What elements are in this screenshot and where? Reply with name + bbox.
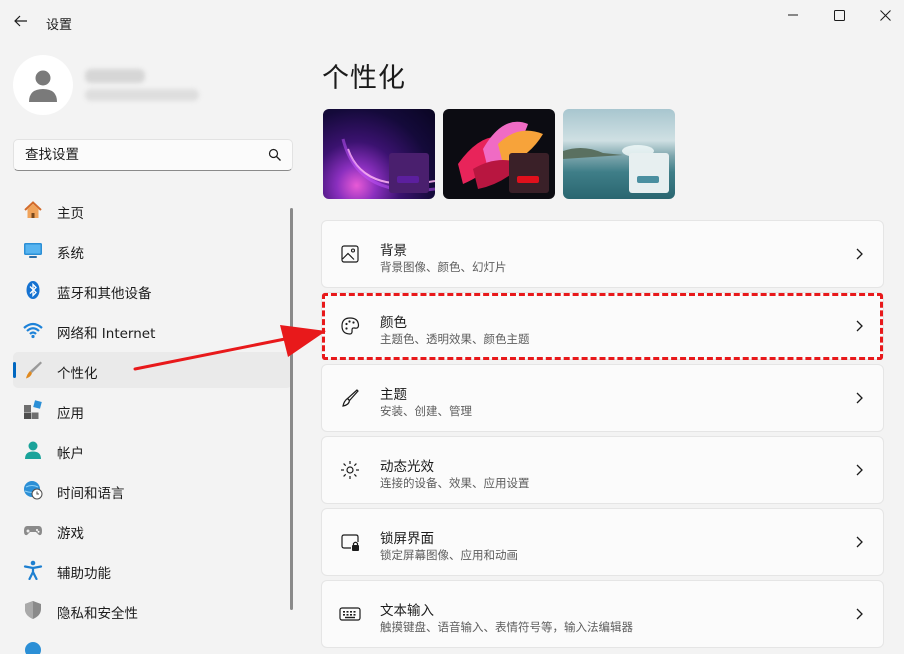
card-title: 动态光效	[380, 459, 434, 475]
update-icon	[23, 640, 43, 654]
sidebar-item-update[interactable]	[13, 632, 292, 654]
sidebar-item-label: 系统	[57, 246, 84, 262]
maximize-button[interactable]	[816, 4, 862, 26]
card-subtitle: 背景图像、颜色、幻灯片	[380, 260, 507, 274]
lock-screen-icon	[339, 531, 361, 553]
minimize-button[interactable]	[770, 4, 816, 26]
globe-clock-icon	[23, 480, 43, 500]
card-title: 主题	[380, 387, 407, 403]
monitor-icon	[23, 240, 43, 260]
card-title: 文本输入	[380, 603, 434, 619]
card-subtitle: 主题色、透明效果、颜色主题	[380, 332, 530, 346]
card-lock-screen[interactable]: 锁屏界面 锁定屏幕图像、应用和动画	[321, 508, 884, 576]
theme-mini-window	[389, 153, 429, 193]
card-subtitle: 触摸键盘、语音输入、表情符号等，输入法编辑器	[380, 620, 633, 634]
title-bar: 设置	[0, 0, 904, 40]
search-box[interactable]	[13, 139, 293, 171]
sidebar-item-personalization[interactable]: 个性化	[13, 352, 292, 388]
home-icon	[23, 200, 43, 220]
card-background[interactable]: 背景 背景图像、颜色、幻灯片	[321, 220, 884, 288]
sidebar-item-accessibility[interactable]: 辅助功能	[13, 552, 292, 588]
theme-preview-glow[interactable]	[323, 109, 435, 199]
theme-mini-window	[629, 153, 669, 193]
apps-icon	[23, 400, 43, 420]
card-subtitle: 连接的设备、效果、应用设置	[380, 476, 530, 490]
sidebar-item-bluetooth[interactable]: 蓝牙和其他设备	[13, 272, 292, 308]
palette-icon	[339, 315, 361, 337]
person-icon	[23, 440, 43, 460]
sidebar-item-label: 个性化	[57, 366, 98, 382]
card-dynamic-lighting[interactable]: 动态光效 连接的设备、效果、应用设置	[321, 436, 884, 504]
user-profile[interactable]	[13, 55, 293, 117]
sidebar-item-label: 时间和语言	[57, 486, 125, 502]
accessibility-icon	[23, 560, 43, 580]
shield-icon	[23, 600, 43, 620]
chevron-right-icon	[856, 464, 863, 476]
sidebar-item-home[interactable]: 主页	[13, 192, 292, 228]
sidebar-item-label: 应用	[57, 406, 84, 422]
sidebar-item-network[interactable]: 网络和 Internet	[13, 312, 292, 348]
sidebar-item-label: 游戏	[57, 526, 84, 542]
card-title: 背景	[380, 243, 407, 259]
sidebar-item-label: 帐户	[57, 446, 84, 462]
sidebar-item-label: 辅助功能	[57, 566, 111, 582]
theme-mini-window	[509, 153, 549, 193]
wifi-icon	[23, 320, 43, 340]
theme-preview-sunrise[interactable]	[563, 109, 675, 199]
card-text-input[interactable]: 文本输入 触摸键盘、语音输入、表情符号等，输入法编辑器	[321, 580, 884, 648]
close-icon	[879, 9, 891, 21]
search-icon	[268, 148, 281, 161]
window-title: 设置	[46, 18, 73, 33]
chevron-right-icon	[856, 248, 863, 260]
card-subtitle: 锁定屏幕图像、应用和动画	[380, 548, 518, 562]
user-email-redacted	[85, 89, 199, 101]
arrow-left-icon	[14, 15, 27, 27]
minimize-icon	[788, 14, 798, 16]
sidebar-item-label: 主页	[57, 206, 84, 222]
back-button[interactable]	[10, 10, 32, 32]
card-title: 颜色	[380, 315, 407, 331]
chevron-right-icon	[856, 536, 863, 548]
chevron-right-icon	[856, 392, 863, 404]
page-title: 个性化	[322, 63, 406, 94]
sidebar-item-privacy[interactable]: 隐私和安全性	[13, 592, 292, 628]
sidebar-item-label: 蓝牙和其他设备	[57, 286, 152, 302]
maximize-icon	[833, 9, 845, 21]
card-subtitle: 安装、创建、管理	[380, 404, 472, 418]
user-name-redacted	[85, 69, 145, 83]
picture-icon	[339, 243, 361, 265]
avatar[interactable]	[13, 55, 73, 115]
sidebar-scrollbar[interactable]	[290, 208, 293, 610]
bluetooth-icon	[23, 280, 43, 300]
card-title: 锁屏界面	[380, 531, 434, 547]
chevron-right-icon	[856, 320, 863, 332]
paintbrush-icon	[23, 360, 43, 380]
sidebar-nav: 主页 系统 蓝牙和其他设备 网络和 Internet 个性化 应用 帐户 时间和…	[13, 192, 292, 654]
lighting-icon	[339, 459, 361, 481]
close-button[interactable]	[862, 4, 904, 26]
settings-card-list: 背景 背景图像、颜色、幻灯片 颜色 主题色、透明效果、颜色主题 主题 安装、创建…	[321, 220, 884, 652]
sidebar-item-label: 网络和 Internet	[57, 326, 156, 342]
sidebar-item-apps[interactable]: 应用	[13, 392, 292, 428]
chevron-right-icon	[856, 608, 863, 620]
sidebar-item-accounts[interactable]: 帐户	[13, 432, 292, 468]
brush-icon	[339, 387, 361, 409]
card-colors[interactable]: 颜色 主题色、透明效果、颜色主题	[321, 292, 884, 360]
sidebar-item-label: 隐私和安全性	[57, 606, 138, 622]
theme-preview-flow[interactable]	[443, 109, 555, 199]
sidebar-item-gaming[interactable]: 游戏	[13, 512, 292, 548]
card-themes[interactable]: 主题 安装、创建、管理	[321, 364, 884, 432]
sidebar-item-system[interactable]: 系统	[13, 232, 292, 268]
keyboard-icon	[339, 603, 361, 625]
gamepad-icon	[23, 520, 43, 540]
search-input[interactable]	[14, 140, 254, 170]
user-icon	[29, 70, 57, 102]
sidebar-item-time-language[interactable]: 时间和语言	[13, 472, 292, 508]
